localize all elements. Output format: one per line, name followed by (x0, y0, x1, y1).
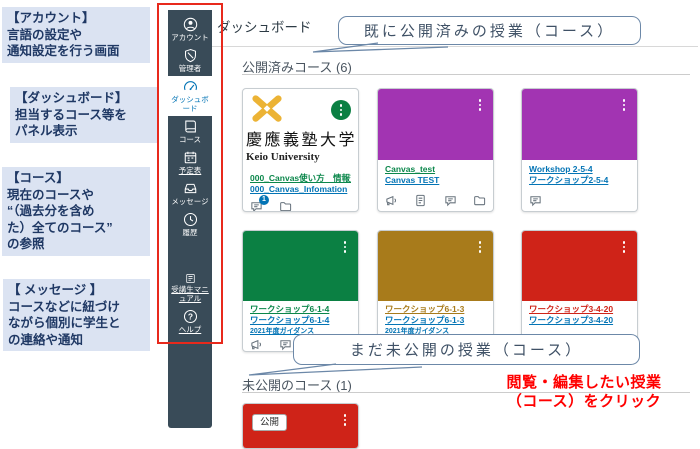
discussions-button[interactable]: 1 (250, 200, 263, 212)
sidebar-item-label: 予定表 (179, 166, 202, 175)
annotation-dashboard: 【ダッシュボード】 担当するコース等を パネル表示 (10, 87, 157, 143)
course-card-color-header (378, 231, 493, 301)
sidebar-item-dashboard[interactable]: ダッシュボード (168, 76, 212, 116)
course-card-keio[interactable]: 慶應義塾大学 Keio University 000_Canvas使い方 情報交… (242, 88, 359, 212)
course-card-color-header (522, 89, 637, 160)
course-card-color-header (243, 231, 358, 301)
more-options-icon[interactable] (617, 96, 631, 114)
course-code-link[interactable]: ワークショップ3-4-20 (529, 304, 630, 315)
course-code-link[interactable]: Canvas_test (385, 164, 486, 175)
files-button[interactable] (279, 200, 292, 212)
course-card[interactable]: Workshop 2-5-4 ワークショップ2-5-4 (521, 88, 638, 212)
sidebar-item-label: メッセージ (171, 197, 208, 206)
sidebar-item-student-manual[interactable]: 受講生マニュアル (168, 270, 212, 306)
courses-book-icon (183, 119, 198, 134)
inbox-icon (183, 181, 198, 196)
history-clock-icon (183, 212, 198, 227)
sidebar-item-label: ヘルプ (179, 325, 202, 334)
more-options-icon[interactable] (617, 238, 631, 256)
course-code-link[interactable]: ワークショップ6-1-3 (385, 304, 486, 315)
sidebar-item-label: 履歴 (183, 228, 198, 237)
course-code-link[interactable]: ワークショップ6-1-4 (250, 304, 351, 315)
announcements-icon[interactable] (250, 338, 263, 351)
shield-icon (183, 48, 198, 63)
header-divider (212, 46, 698, 47)
sidebar-item-label: 管理者 (179, 64, 202, 73)
course-name-link[interactable]: ワークショップ6-1-3 (385, 315, 486, 326)
manual-icon (185, 273, 196, 284)
sidebar-item-history[interactable]: 履歴 (168, 209, 212, 240)
global-navigation-sidebar: アカウント 管理者 ダッシュボード コース 予定表 (168, 10, 212, 428)
course-name-link[interactable]: Canvas TEST (385, 175, 486, 186)
discussions-icon[interactable] (444, 194, 457, 207)
sidebar-item-calendar[interactable]: 予定表 (168, 147, 212, 178)
course-card[interactable]: Canvas_test Canvas TEST (377, 88, 494, 212)
help-icon: ? (183, 309, 198, 324)
course-name-link[interactable]: ワークショップ2-5-4 (529, 175, 630, 186)
course-card-unpublished[interactable]: 公開 (242, 403, 359, 449)
course-card-image: 慶應義塾大学 Keio University (243, 93, 358, 165)
calendar-icon (183, 150, 198, 165)
announcements-icon[interactable] (385, 194, 398, 207)
sidebar-item-label: 受講生マニュアル (169, 285, 211, 303)
annotation-account: 【アカウント】 言語の設定や 通知設定を行う画面 (2, 7, 150, 63)
more-options-icon[interactable] (473, 238, 487, 256)
course-code-link[interactable]: 000_Canvas使い方 情報交換 (250, 173, 351, 184)
publish-button[interactable]: 公開 (252, 414, 287, 431)
sidebar-item-account[interactable]: アカウント (168, 14, 212, 45)
page-title: ダッシュボード (217, 16, 312, 36)
dashboard-gauge-icon (183, 79, 198, 94)
sidebar-item-admin[interactable]: 管理者 (168, 45, 212, 76)
assignments-icon[interactable] (414, 194, 427, 207)
course-card-color-header: 公開 (243, 404, 358, 449)
unread-count-badge: 1 (259, 195, 269, 205)
more-options-icon[interactable] (331, 100, 351, 120)
course-card-color-header (378, 89, 493, 160)
callout-published-courses: 既に公開済みの授業（コース） (338, 16, 641, 45)
course-code-link[interactable]: Workshop 2-5-4 (529, 164, 630, 175)
university-name-en: Keio University (243, 151, 358, 163)
sidebar-item-help[interactable]: ? ヘルプ (168, 306, 212, 337)
user-icon (183, 17, 198, 32)
discussions-icon[interactable] (529, 194, 542, 207)
published-section-divider (242, 74, 690, 75)
more-options-icon[interactable] (473, 96, 487, 114)
sidebar-item-inbox[interactable]: メッセージ (168, 178, 212, 209)
annotation-messages: 【 メッセージ 】 コースなどに紐づけ ながら個別に学生と の連絡や通知 (3, 279, 150, 351)
canvas-dashboard-tutorial-slide: { "annotations": { "boxes": [ {"text": "… (0, 0, 700, 445)
more-options-icon[interactable] (338, 238, 352, 256)
course-name-link[interactable]: ワークショップ6-1-4 (250, 315, 351, 326)
callout-unpublished-courses: まだ未公開の授業（コース） (293, 334, 640, 365)
course-name-link[interactable]: ワークショップ3-4-20 (529, 315, 630, 326)
files-icon[interactable] (473, 194, 486, 207)
university-name: 慶應義塾大学 (243, 126, 358, 150)
course-card-color-header (522, 231, 637, 301)
instruction-text: 閲覧・編集したい授業 （コース）をクリック (473, 374, 695, 412)
sidebar-item-label: アカウント (171, 33, 209, 42)
sidebar-item-label: コース (179, 135, 201, 144)
keio-crossed-pens-logo-icon (248, 93, 286, 125)
discussions-icon[interactable] (279, 338, 292, 351)
annotation-courses: 【コース】 現在のコースや “（過去分を含め た）全てのコース” の参照 (2, 167, 150, 256)
svg-text:?: ? (187, 311, 192, 321)
sidebar-item-courses[interactable]: コース (168, 116, 212, 147)
more-options-icon[interactable] (338, 411, 352, 429)
sidebar-item-label: ダッシュボード (169, 95, 211, 113)
files-icon (279, 200, 292, 212)
